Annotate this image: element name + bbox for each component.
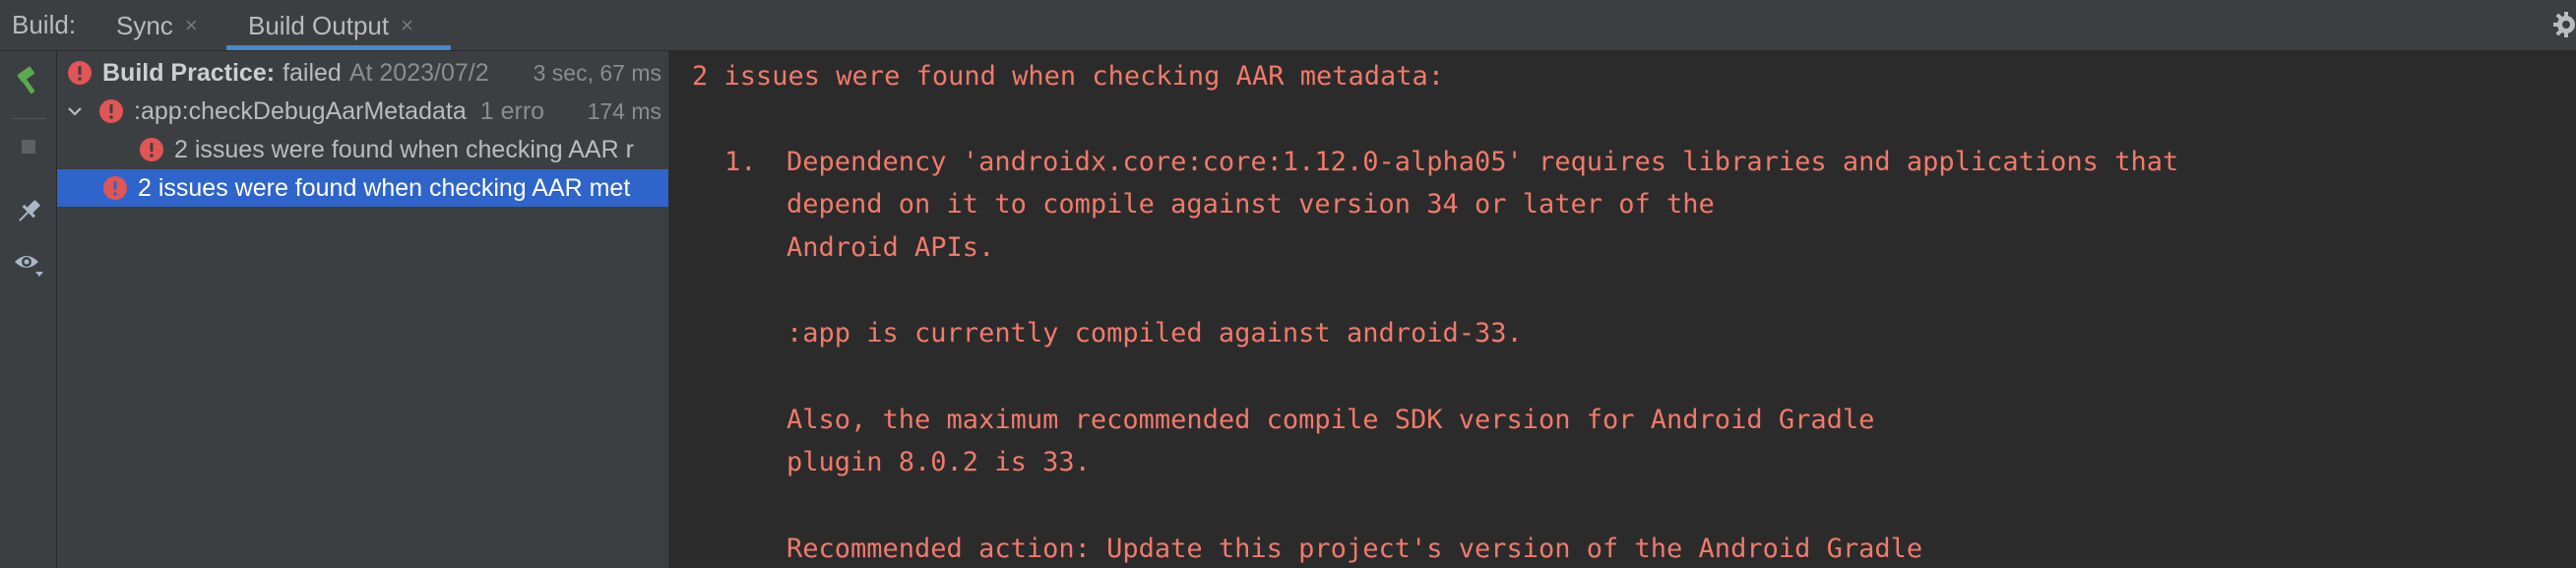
hammer-icon bbox=[17, 66, 35, 95]
tree-row-issue-selected[interactable]: 2 issues were found when checking AAR me… bbox=[57, 169, 668, 207]
console-line: :app is currently compiled against andro… bbox=[786, 318, 1523, 348]
toolbar-divider bbox=[12, 118, 45, 119]
console-line: plugin 8.0.2 is 33. bbox=[786, 447, 1091, 477]
chevron-down-icon[interactable] bbox=[65, 101, 85, 121]
task-duration: 174 ms bbox=[583, 97, 661, 125]
console-line: depend on it to compile against version … bbox=[786, 189, 1715, 220]
pin-icon bbox=[19, 200, 40, 221]
tab-build-output-label: Build Output bbox=[248, 10, 390, 40]
task-error-count: 1 erro bbox=[479, 96, 545, 125]
eye-icon bbox=[15, 256, 43, 277]
build-console-output[interactable]: 2 issues were found when checking AAR me… bbox=[670, 51, 2576, 568]
console-line: Also, the maximum recommended compile SD… bbox=[786, 405, 1875, 435]
build-tool-window: Build: Sync × Build Output × Build Pract… bbox=[0, 0, 2576, 568]
active-tab-indicator bbox=[226, 45, 451, 50]
error-icon bbox=[140, 138, 163, 161]
build-time-label: At 2023/07/2 bbox=[348, 58, 489, 87]
console-item-number: 1. bbox=[724, 147, 757, 177]
stop-button[interactable] bbox=[12, 130, 45, 163]
tab-build-output[interactable]: Build Output × bbox=[224, 0, 451, 51]
rebuild-button[interactable] bbox=[12, 63, 45, 96]
stop-icon bbox=[22, 140, 35, 154]
build-label: Build: bbox=[12, 10, 77, 39]
pin-button[interactable] bbox=[12, 195, 45, 228]
build-tree: Build Practice: failed At 2023/07/2 3 se… bbox=[57, 51, 669, 568]
console-line: Android APIs. bbox=[786, 232, 995, 263]
build-root-title: Build Practice: bbox=[102, 58, 276, 87]
tab-sync[interactable]: Sync × bbox=[116, 0, 198, 51]
error-icon bbox=[68, 61, 92, 85]
tab-sync-label: Sync bbox=[116, 10, 173, 40]
gear-icon[interactable] bbox=[2543, 8, 2576, 41]
build-status: failed bbox=[283, 58, 342, 87]
error-icon bbox=[99, 99, 123, 123]
tab-bar: Build: Sync × Build Output × bbox=[0, 0, 2576, 51]
tab-build-output-close-icon[interactable]: × bbox=[401, 13, 413, 38]
tree-row-issue[interactable]: 2 issues were found when checking AAR r bbox=[57, 131, 668, 168]
tree-row-check-aar-task[interactable]: :app:checkDebugAarMetadata 1 erro 174 ms bbox=[57, 93, 668, 130]
tree-row-build-root[interactable]: Build Practice: failed At 2023/07/2 3 se… bbox=[57, 54, 668, 92]
tab-sync-close-icon[interactable]: × bbox=[185, 13, 198, 38]
build-duration: 3 sec, 67 ms bbox=[529, 59, 661, 87]
task-title: :app:checkDebugAarMetadata bbox=[134, 96, 467, 125]
view-options-button[interactable] bbox=[12, 246, 45, 280]
console-line: Recommended action: Update this project'… bbox=[786, 534, 1923, 564]
issue-label: 2 issues were found when checking AAR r bbox=[174, 135, 634, 163]
build-toolbar bbox=[0, 51, 57, 568]
console-header: 2 issues were found when checking AAR me… bbox=[692, 61, 1445, 92]
console-line: Dependency 'androidx.core:core:1.12.0-al… bbox=[786, 147, 2179, 177]
error-icon bbox=[103, 176, 127, 200]
issue-selected-label: 2 issues were found when checking AAR me… bbox=[138, 173, 631, 202]
